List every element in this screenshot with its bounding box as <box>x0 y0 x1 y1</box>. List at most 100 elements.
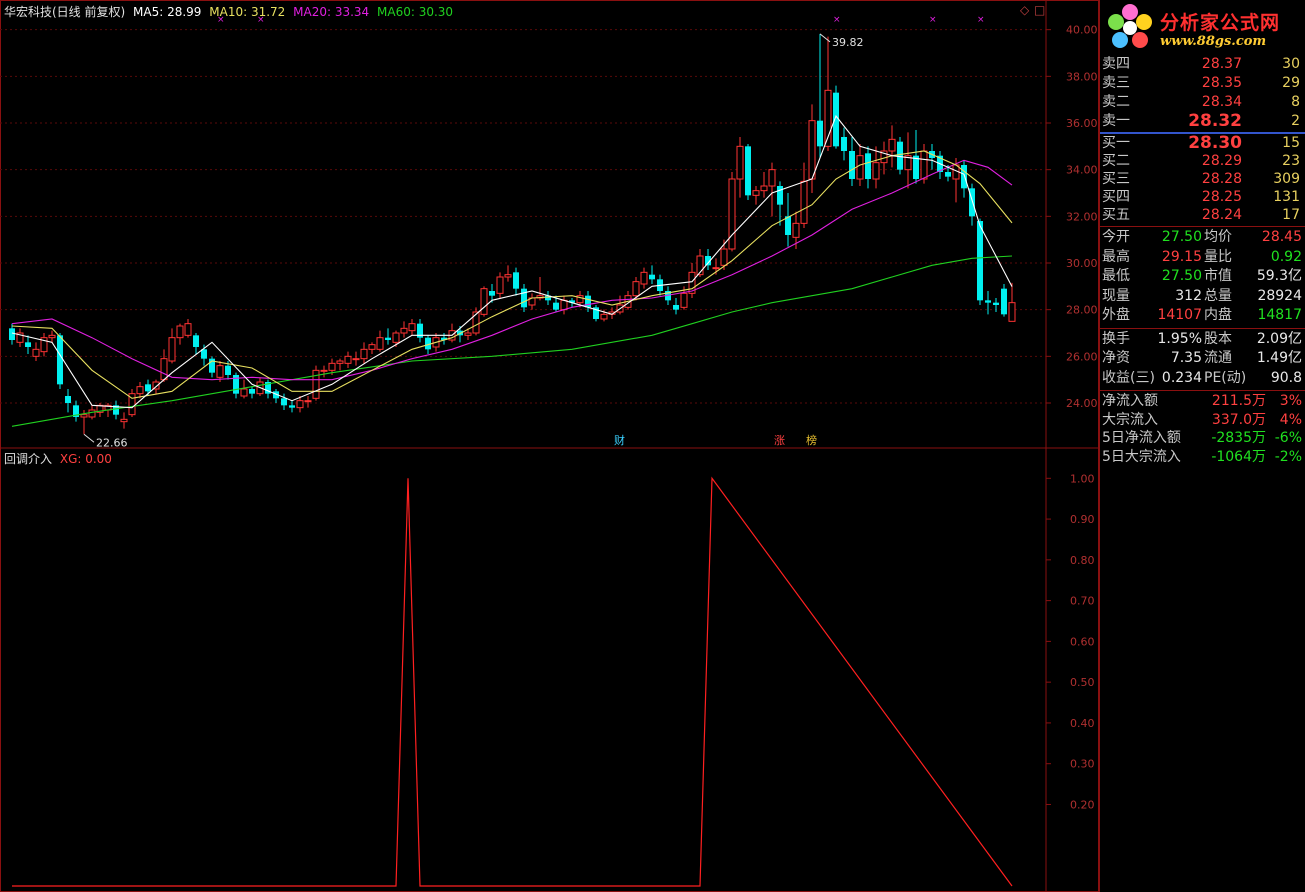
diamond-icon[interactable]: ◇ <box>1020 3 1029 17</box>
candle-body <box>649 274 655 280</box>
candle-body <box>712 267 720 270</box>
stat-label: 均价 <box>1204 229 1232 245</box>
ask-label: 卖三 <box>1102 75 1130 91</box>
bid-row[interactable]: 买三 28.28 309 <box>1100 170 1305 189</box>
candle-body <box>800 180 808 224</box>
candle-body <box>328 362 336 371</box>
indicator-line <box>12 476 1013 887</box>
bid-label: 买四 <box>1102 189 1130 205</box>
candle-body <box>560 299 568 311</box>
candle-body <box>336 360 344 364</box>
ask-price: 28.34 <box>1201 94 1242 110</box>
y-tick-label: 26.00 <box>1066 350 1098 363</box>
low-label: 22.66 <box>96 436 128 449</box>
ma10-value: MA10: 31.72 <box>209 5 286 19</box>
candle-body <box>808 120 816 180</box>
candle-body <box>240 388 248 397</box>
flow-row: 5日净流入额 -2835万 -6% <box>1100 429 1305 448</box>
stat-label: 流通 <box>1204 350 1232 366</box>
section-divider <box>1100 226 1305 227</box>
ask-volume: 8 <box>1291 94 1300 110</box>
indicator-y-label: 0.70 <box>1070 595 1095 608</box>
indicator-y-label: 0.80 <box>1070 554 1095 567</box>
candle-body <box>673 305 679 310</box>
stat-label: 现量 <box>1102 287 1130 304</box>
window-icon[interactable]: □ <box>1034 3 1045 17</box>
y-tick-label: 38.00 <box>1066 70 1098 83</box>
candle-body <box>872 162 880 180</box>
stat-row: 最高 29.15 量比 0.92 <box>1100 248 1305 267</box>
event-marker: 榜 <box>806 433 817 447</box>
candle-body <box>312 369 320 399</box>
stat-value: 0.92 <box>1270 248 1302 265</box>
stat-label: 净资 <box>1102 350 1130 366</box>
bid-volume: 15 <box>1282 135 1300 151</box>
indicator-legend: 回调介入 XG: 0.00 <box>4 450 112 467</box>
stat-row: 现量 312 总量 28924 <box>1100 287 1305 306</box>
chart-area[interactable]: 24.00 26.00 28.00 30.00 32.00 34.00 36.00 38.00… <box>0 0 1099 892</box>
ask-row[interactable]: 卖四 28.37 30 <box>1100 55 1305 74</box>
ma60-line <box>11 255 1013 427</box>
candle-body <box>408 323 416 332</box>
candle-body <box>1001 288 1007 315</box>
ma20-line <box>11 159 1013 381</box>
candle-body <box>841 137 847 151</box>
logo-text: 分析家公式网 <box>1160 12 1281 34</box>
bid-row[interactable]: 买一 28.30 15 <box>1100 134 1305 153</box>
stat-label: 市值 <box>1204 268 1232 284</box>
stat-label: 量比 <box>1204 248 1232 265</box>
candle-body <box>945 172 951 177</box>
candle-body <box>145 384 151 392</box>
candle-body <box>792 222 800 238</box>
candle-body <box>225 365 231 375</box>
candle-body <box>961 165 967 189</box>
bid-row[interactable]: 买二 28.29 23 <box>1100 152 1305 171</box>
candle-body <box>856 155 864 180</box>
candle-body <box>513 272 519 289</box>
stat-value: 28.45 <box>1261 229 1302 245</box>
ask-row[interactable]: 卖一 28.32 2 <box>1100 112 1305 131</box>
bid-row[interactable]: 买四 28.25 131 <box>1100 188 1305 207</box>
flow-label: 5日净流入额 <box>1102 430 1181 446</box>
bid-row[interactable]: 买五 28.24 17 <box>1100 206 1305 225</box>
candle-body <box>993 302 999 305</box>
candle-body <box>296 400 304 409</box>
candle-body <box>289 405 295 408</box>
stat-label: 外盘 <box>1102 307 1130 323</box>
indicator-y-label: 1.00 <box>1070 472 1095 485</box>
section-divider <box>1100 327 1305 329</box>
candle-body <box>728 178 736 250</box>
stat-row: 外盘 14107 内盘 14817 <box>1100 306 1305 325</box>
ask-row[interactable]: 卖三 28.35 29 <box>1100 74 1305 93</box>
stat-value: 312 <box>1175 287 1202 304</box>
candle-body <box>160 358 168 381</box>
candle-body <box>849 151 855 179</box>
indicator-name: 回调介入 <box>4 452 53 466</box>
candle-body <box>632 281 640 297</box>
flow-row: 5日大宗流入 -1064万 -2% <box>1100 448 1305 467</box>
ask-volume: 29 <box>1282 75 1300 91</box>
section-divider <box>1100 390 1305 391</box>
y-tick-label: 34.00 <box>1066 164 1098 177</box>
bid-price: 28.24 <box>1201 207 1242 223</box>
candle-body <box>489 291 495 296</box>
stat-value: 2.09亿 <box>1256 330 1302 347</box>
ma5-value: MA5: 28.99 <box>133 5 202 19</box>
stat-value: 14817 <box>1257 307 1302 323</box>
stat-value: 27.50 <box>1161 268 1202 284</box>
candle-body <box>977 221 983 301</box>
candle-body <box>888 138 896 152</box>
flow-label: 大宗流入 <box>1102 411 1158 428</box>
stat-label: 换手 <box>1102 330 1130 347</box>
candle-body <box>136 386 144 395</box>
ma20-value: MA20: 33.34 <box>293 5 370 19</box>
candle-body <box>464 332 472 336</box>
ask-row[interactable]: 卖二 28.34 8 <box>1100 93 1305 112</box>
bid-volume: 131 <box>1273 189 1300 205</box>
stat-label: 总量 <box>1204 287 1232 304</box>
candle-body <box>777 186 783 205</box>
bid-label: 买二 <box>1102 153 1130 169</box>
indicator-y-label: 0.30 <box>1070 758 1095 771</box>
stat-value: 7.35 <box>1170 350 1202 366</box>
candle-body <box>865 153 871 179</box>
